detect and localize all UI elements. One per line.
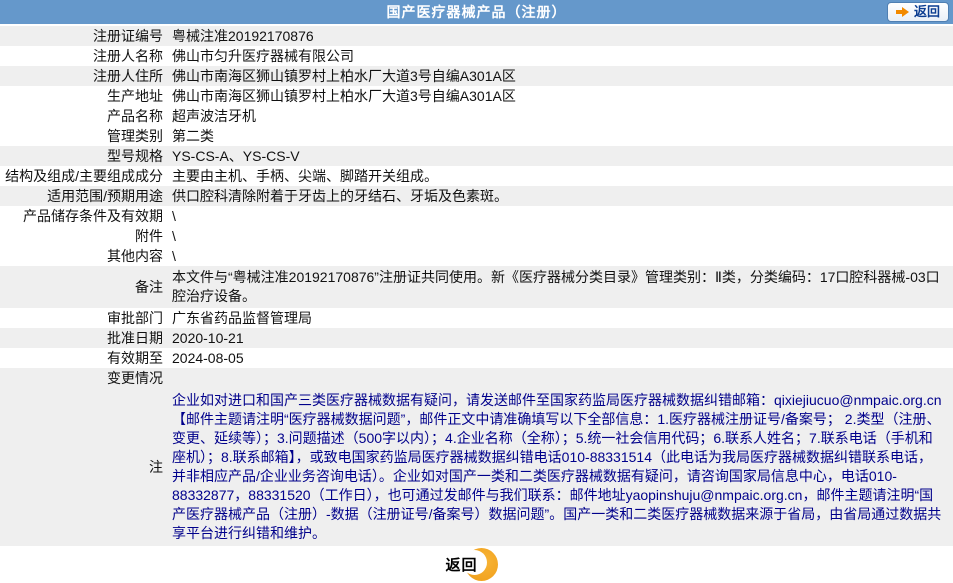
table-row: 附件 \ <box>0 226 953 246</box>
page-title: 国产医疗器械产品（注册） <box>386 4 567 20</box>
table-row: 注册人名称 佛山市匀升医疗器械有限公司 <box>0 46 953 66</box>
row-label: 生产地址 <box>107 88 163 104</box>
row-value: 佛山市匀升医疗器械有限公司 <box>172 48 354 64</box>
row-label: 变更情况 <box>107 370 163 386</box>
row-value: 本文件与“粤械注准20192170876”注册证共同使用。新《医疗器械分类目录》… <box>172 269 940 304</box>
row-label: 注 <box>149 459 163 475</box>
row-value: 佛山市南海区狮山镇罗村上柏水厂大道3号自编A301A区 <box>172 68 516 84</box>
back-button-top-label: 返回 <box>913 4 940 19</box>
table-row: 型号规格 YS-CS-A、YS-CS-V <box>0 146 953 166</box>
row-value: 广东省药品监督管理局 <box>172 310 312 326</box>
row-value: 粤械注准20192170876 <box>172 28 314 44</box>
row-label: 型号规格 <box>107 148 163 164</box>
table-row: 变更情况 <box>0 368 953 388</box>
row-label: 产品储存条件及有效期 <box>23 208 163 224</box>
row-label: 其他内容 <box>107 248 163 264</box>
table-row: 备注 本文件与“粤械注准20192170876”注册证共同使用。新《医疗器械分类目… <box>0 266 953 308</box>
row-label: 结构及组成/主要组成成分 <box>5 168 163 184</box>
row-value: \ <box>172 208 176 224</box>
page: 国产医疗器械产品（注册） 返回 注册证编号 粤械注准20192170876 注册人名… <box>0 0 953 583</box>
back-button-top[interactable]: 返回 <box>886 2 949 22</box>
row-label: 注册人名称 <box>93 48 163 64</box>
arrow-right-icon <box>895 7 909 17</box>
row-value: \ <box>172 228 176 244</box>
table-row: 适用范围/预期用途 供口腔科清除附着于牙齿上的牙结石、牙垢及色素斑。 <box>0 186 953 206</box>
back-button-bottom[interactable]: 返回 <box>445 548 498 581</box>
table-row: 有效期至 2024-08-05 <box>0 348 953 368</box>
row-value: \ <box>172 248 176 264</box>
row-label: 注册证编号 <box>93 28 163 44</box>
table-row: 批准日期 2020-10-21 <box>0 328 953 348</box>
table-row: 注册证编号 粤械注准20192170876 <box>0 26 953 46</box>
footer: 返回 <box>0 546 953 583</box>
row-value: 第二类 <box>172 128 214 144</box>
table-row: 产品名称 超声波洁牙机 <box>0 106 953 126</box>
row-label: 附件 <box>135 228 163 244</box>
row-label: 适用范围/预期用途 <box>47 188 163 204</box>
row-value: 主要由主机、手柄、尖端、脚踏开关组成。 <box>172 168 438 184</box>
row-value: 供口腔科清除附着于牙齿上的牙结石、牙垢及色素斑。 <box>172 188 508 204</box>
row-value: 2024-08-05 <box>172 350 244 366</box>
row-value: 超声波洁牙机 <box>172 108 256 124</box>
row-value: YS-CS-A、YS-CS-V <box>172 148 300 164</box>
table-row: 其他内容 \ <box>0 246 953 266</box>
row-label: 批准日期 <box>107 330 163 346</box>
detail-table: 注册证编号 粤械注准20192170876 注册人名称 佛山市匀升医疗器械有限公司 注册… <box>0 26 953 546</box>
table-row: 生产地址 佛山市南海区狮山镇罗村上柏水厂大道3号自编A301A区 <box>0 86 953 106</box>
row-label: 审批部门 <box>107 310 163 326</box>
table-row: 管理类别 第二类 <box>0 126 953 146</box>
row-label: 备注 <box>135 279 163 295</box>
title-bar: 国产医疗器械产品（注册） 返回 <box>0 0 953 24</box>
row-label: 有效期至 <box>107 350 163 366</box>
table-row: 注册人住所 佛山市南海区狮山镇罗村上柏水厂大道3号自编A301A区 <box>0 66 953 86</box>
table-row: 注企业如对进口和国产三类医疗器械数据有疑问，请发送邮件至国家药监局医疗器械数据纠… <box>0 388 953 546</box>
table-row: 结构及组成/主要组成成分 主要由主机、手柄、尖端、脚踏开关组成。 <box>0 166 953 186</box>
back-button-bottom-label: 返回 <box>445 557 478 574</box>
row-value: 企业如对进口和国产三类医疗器械数据有疑问，请发送邮件至国家药监局医疗器械数据纠错… <box>172 392 942 541</box>
row-value: 佛山市南海区狮山镇罗村上柏水厂大道3号自编A301A区 <box>172 88 516 104</box>
row-label: 管理类别 <box>107 128 163 144</box>
table-row: 产品储存条件及有效期 \ <box>0 206 953 226</box>
row-label: 产品名称 <box>107 108 163 124</box>
row-label: 注册人住所 <box>93 68 163 84</box>
table-row: 审批部门 广东省药品监督管理局 <box>0 308 953 328</box>
row-value: 2020-10-21 <box>172 330 244 346</box>
